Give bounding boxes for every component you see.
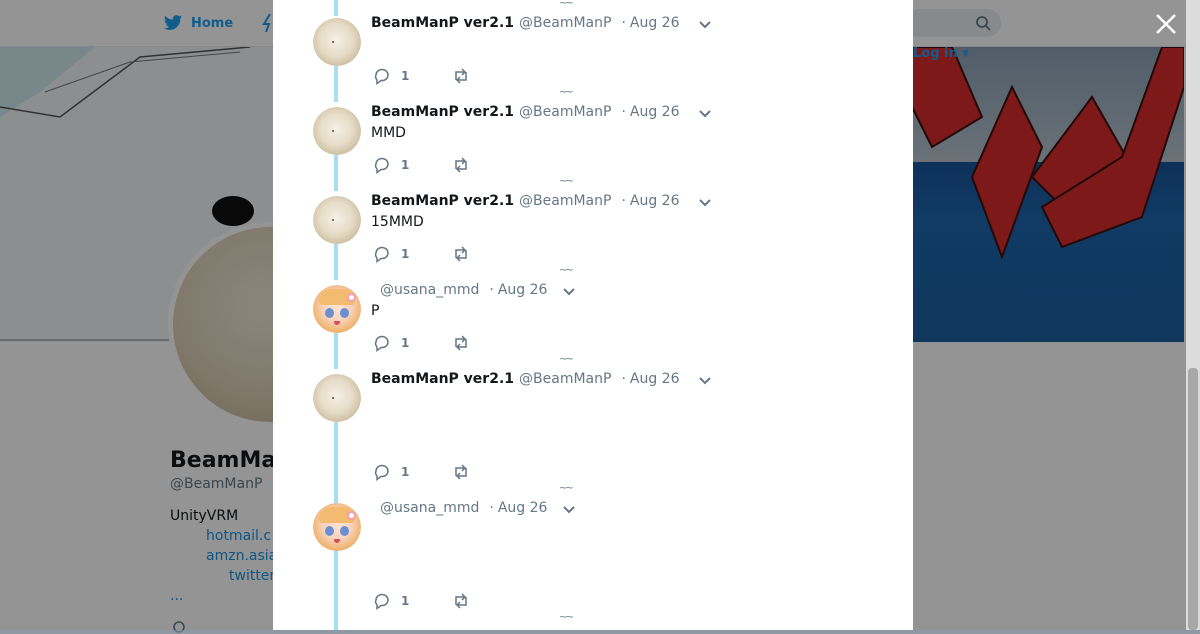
retweet-icon[interactable] xyxy=(452,67,470,85)
thread-separator: ~~ xyxy=(559,483,574,494)
tweet-author-handle[interactable]: @usana_mmd xyxy=(380,500,479,516)
anime-avatar[interactable] xyxy=(313,285,361,333)
tweet-actions: 1 xyxy=(373,592,470,610)
tweet-date[interactable]: Aug 26 xyxy=(630,371,680,387)
tweet-author-handle[interactable]: @BeamManP xyxy=(519,371,611,387)
chevron-down-icon[interactable] xyxy=(562,287,576,297)
reply-icon[interactable] xyxy=(373,67,391,85)
tweet-author-handle[interactable]: @usana_mmd xyxy=(380,282,479,298)
thread-separator: ~~ xyxy=(559,176,574,187)
reply-icon[interactable] xyxy=(373,245,391,263)
scrollbar-thumb[interactable] xyxy=(1188,368,1198,630)
retweet-icon[interactable] xyxy=(452,245,470,263)
retweet-icon[interactable] xyxy=(452,463,470,481)
tweet-header: BeamManP ver2.1 @BeamManP · Aug 26 xyxy=(371,15,680,31)
reply-count: 1 xyxy=(401,594,410,608)
tweet-text: MMD xyxy=(371,125,406,141)
chevron-down-icon[interactable] xyxy=(562,505,576,515)
close-icon[interactable] xyxy=(1154,12,1178,36)
tweet-author-name[interactable]: BeamManP ver2.1 xyxy=(371,371,514,387)
date-dot: · xyxy=(621,371,626,387)
tweet-date[interactable]: Aug 26 xyxy=(498,500,548,516)
retweet-icon[interactable] xyxy=(452,156,470,174)
thread-line xyxy=(334,66,338,102)
tweet-author-handle[interactable]: @BeamManP xyxy=(519,104,611,120)
reply-count: 1 xyxy=(401,158,410,172)
thread-separator: ~~ xyxy=(559,0,574,9)
thread-separator: ~~ xyxy=(559,354,574,365)
reply-icon[interactable] xyxy=(373,592,391,610)
tweet-author-name[interactable]: BeamManP ver2.1 xyxy=(371,104,514,120)
tweet-author-name[interactable]: BeamManP ver2.1 xyxy=(371,193,514,209)
plate-avatar[interactable] xyxy=(313,196,361,244)
reply-icon[interactable] xyxy=(373,156,391,174)
tweet-author-handle[interactable]: @BeamManP xyxy=(519,193,611,209)
thread-line xyxy=(334,0,338,16)
date-dot: · xyxy=(489,282,494,298)
tweet-date[interactable]: Aug 26 xyxy=(630,15,680,31)
tweet-date[interactable]: Aug 26 xyxy=(498,282,548,298)
tweet-actions: 1 xyxy=(373,463,470,481)
reply-icon[interactable] xyxy=(373,463,391,481)
thread-line xyxy=(334,551,338,630)
tweet-text: P xyxy=(371,303,380,319)
chevron-down-icon[interactable] xyxy=(698,20,712,30)
date-dot: · xyxy=(621,104,626,120)
tweet-actions: 1 xyxy=(373,245,470,263)
tweet-actions: 1 xyxy=(373,156,470,174)
thread-line xyxy=(334,333,338,369)
reply-count: 1 xyxy=(401,69,410,83)
tweet-text: 15MMD xyxy=(371,214,424,230)
tweet-header: BeamManP ver2.1 @BeamManP · Aug 26 xyxy=(371,104,680,120)
chevron-down-icon[interactable] xyxy=(698,198,712,208)
chevron-down-icon[interactable] xyxy=(698,109,712,119)
date-dot: · xyxy=(621,193,626,209)
thread-separator: ~~ xyxy=(559,265,574,276)
reply-count: 1 xyxy=(401,336,410,350)
plate-avatar[interactable] xyxy=(313,374,361,422)
date-dot: · xyxy=(621,15,626,31)
tweet-actions: 1 xyxy=(373,67,470,85)
plate-avatar[interactable] xyxy=(313,107,361,155)
anime-avatar[interactable] xyxy=(313,503,361,551)
reply-count: 1 xyxy=(401,465,410,479)
tweet-date[interactable]: Aug 26 xyxy=(630,193,680,209)
retweet-icon[interactable] xyxy=(452,334,470,352)
thread-separator: ~~ xyxy=(559,87,574,98)
reply-icon[interactable] xyxy=(373,334,391,352)
tweet-date[interactable]: Aug 26 xyxy=(630,104,680,120)
thread-line xyxy=(334,155,338,191)
reply-count: 1 xyxy=(401,247,410,261)
tweet-header: @usana_mmd · Aug 26 xyxy=(375,500,547,516)
thread-separator: ~~ xyxy=(559,612,574,623)
thread-line xyxy=(334,244,338,280)
tweet-header: BeamManP ver2.1 @BeamManP · Aug 26 xyxy=(371,371,680,387)
chevron-down-icon[interactable] xyxy=(698,376,712,386)
conversation-modal: ~~ BeamManP ver2.1 @BeamManP · Aug 26 1 … xyxy=(273,0,913,630)
tweet-header: BeamManP ver2.1 @BeamManP · Aug 26 xyxy=(371,193,680,209)
tweet-actions: 1 xyxy=(373,334,470,352)
tweet-author-handle[interactable]: @BeamManP xyxy=(519,15,611,31)
date-dot: · xyxy=(489,500,494,516)
plate-avatar[interactable] xyxy=(313,18,361,66)
tweet-header: @usana_mmd · Aug 26 xyxy=(375,282,547,298)
tweet-author-name[interactable]: BeamManP ver2.1 xyxy=(371,15,514,31)
retweet-icon[interactable] xyxy=(452,592,470,610)
